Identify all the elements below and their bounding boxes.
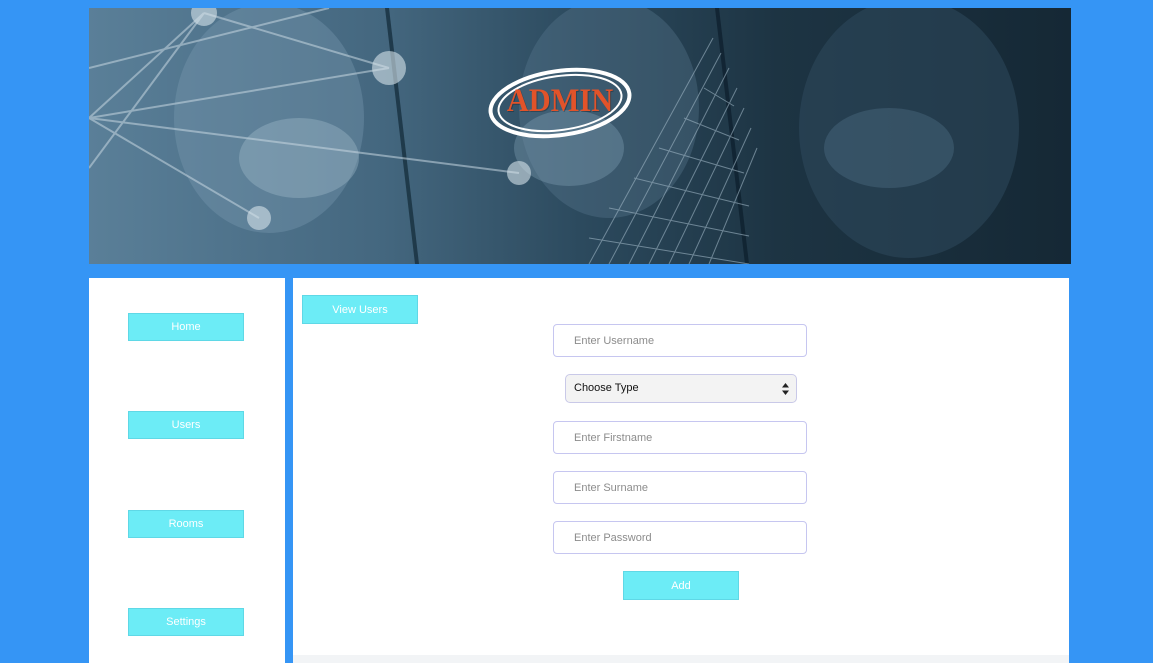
password-input[interactable] bbox=[553, 521, 807, 554]
main-panel-footer-strip bbox=[293, 655, 1069, 663]
user-type-select[interactable]: Choose Type bbox=[565, 374, 797, 403]
surname-input[interactable] bbox=[553, 471, 807, 504]
admin-logo: ADMIN bbox=[485, 61, 635, 141]
select-arrows-icon bbox=[782, 383, 789, 395]
firstname-input[interactable] bbox=[553, 421, 807, 454]
sidebar-item-settings[interactable]: Settings bbox=[128, 608, 244, 636]
sidebar-item-users[interactable]: Users bbox=[128, 411, 244, 439]
sidebar: Home Users Rooms Settings bbox=[89, 278, 285, 663]
header-banner: ADMIN bbox=[89, 8, 1071, 264]
sidebar-item-rooms[interactable]: Rooms bbox=[128, 510, 244, 538]
user-type-select-value: Choose Type bbox=[574, 382, 639, 394]
username-input[interactable] bbox=[553, 324, 807, 357]
logo-text: ADMIN bbox=[506, 82, 614, 119]
main-panel: View Users Choose Type Add bbox=[293, 278, 1069, 663]
sidebar-item-home[interactable]: Home bbox=[128, 313, 244, 341]
add-button[interactable]: Add bbox=[623, 571, 739, 600]
view-users-button[interactable]: View Users bbox=[302, 295, 418, 324]
